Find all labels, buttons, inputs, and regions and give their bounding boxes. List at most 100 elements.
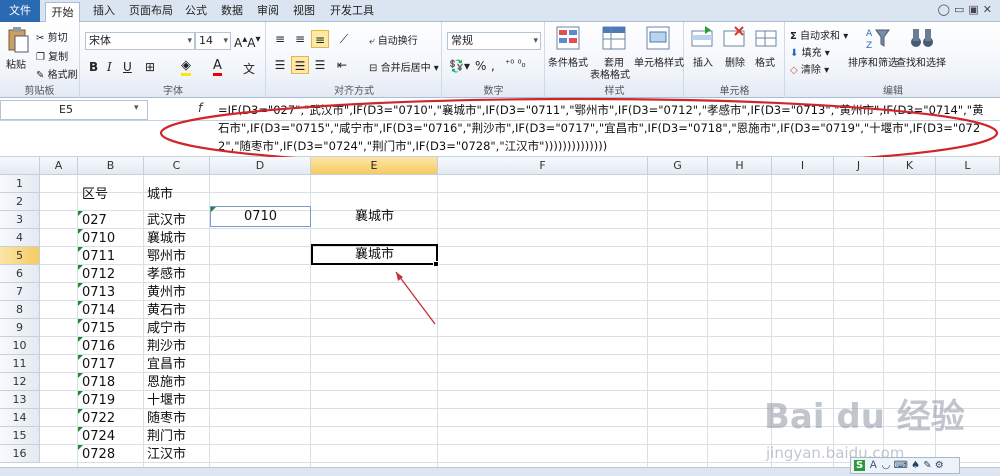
row-header[interactable]: 12	[0, 373, 40, 391]
indent-icon[interactable]: ⇤	[333, 56, 351, 74]
phonetic-icon[interactable]: 文	[243, 60, 255, 77]
cell-area-code[interactable]: 0712	[82, 266, 115, 284]
fill-color-icon[interactable]: ◈	[181, 58, 191, 76]
tab-formulas[interactable]: 公式	[182, 0, 210, 22]
percent-button[interactable]: %	[475, 59, 486, 73]
column-header[interactable]: B	[78, 157, 144, 175]
row-header[interactable]: 1	[0, 175, 40, 193]
autosum-button[interactable]: Σ 自动求和 ▾	[790, 27, 848, 42]
cell-city[interactable]: 鄂州市	[147, 248, 186, 266]
format-cells-icon[interactable]	[755, 26, 777, 48]
copy-button[interactable]: ❐ 复制	[36, 48, 68, 63]
underline-icon[interactable]: U	[123, 60, 132, 74]
column-header[interactable]: I	[772, 157, 834, 175]
clear-button[interactable]: ◇ 清除 ▾	[790, 61, 829, 76]
close-icon[interactable]: ✕	[983, 3, 996, 16]
column-header[interactable]: A	[40, 157, 78, 175]
cell-area-code[interactable]: 0711	[82, 248, 115, 266]
decimal-icon[interactable]: ⁺⁰ ⁰₀	[505, 59, 525, 70]
ime-toolbar[interactable]: S Ａ ◡ ⌨ ♠ ✎ ⚙	[850, 457, 960, 474]
cell-city[interactable]: 十堰市	[147, 392, 186, 410]
cell-c2[interactable]: 城市	[147, 186, 173, 204]
column-header[interactable]: J	[834, 157, 884, 175]
wrap-text-button[interactable]: ⤶ 自动换行	[369, 32, 418, 47]
name-box[interactable]: E5	[0, 100, 148, 120]
tab-file[interactable]: 文件	[0, 0, 40, 22]
font-size-select[interactable]: 14	[195, 32, 231, 50]
row-header[interactable]: 6	[0, 265, 40, 283]
cell-city[interactable]: 江汉市	[147, 446, 186, 464]
help-icon[interactable]: ◯	[938, 3, 954, 16]
align-right-icon[interactable]: ☰	[311, 56, 329, 74]
align-left-icon[interactable]: ☰	[271, 56, 289, 74]
select-all-corner[interactable]	[0, 157, 40, 175]
row-header[interactable]: 8	[0, 301, 40, 319]
cell-city[interactable]: 咸宁市	[147, 320, 186, 338]
delete-button[interactable]: 删除	[725, 54, 745, 69]
grow-font-icon[interactable]: A▴A▾	[234, 34, 261, 50]
cell-area-code[interactable]: 0716	[82, 338, 115, 356]
cell-city[interactable]: 孝感市	[147, 266, 186, 284]
column-header[interactable]: F	[438, 157, 648, 175]
row-header[interactable]: 10	[0, 337, 40, 355]
window-controls[interactable]: ◯▭▣✕	[938, 3, 996, 16]
row-header[interactable]: 16	[0, 445, 40, 463]
insert-button[interactable]: 插入	[693, 54, 713, 69]
cell-e3[interactable]: 襄城市	[311, 206, 438, 227]
column-header[interactable]: L	[936, 157, 1000, 175]
cell-area-code[interactable]: 0719	[82, 392, 115, 410]
row-header[interactable]: 15	[0, 427, 40, 445]
column-header-selected[interactable]: E	[311, 157, 438, 175]
font-color-icon[interactable]: A	[213, 58, 222, 76]
insert-cells-icon[interactable]	[691, 26, 713, 48]
row-header[interactable]: 3	[0, 211, 40, 229]
merge-center-button[interactable]: ⊟ 合并后居中 ▾	[369, 59, 439, 74]
row-header[interactable]: 4	[0, 229, 40, 247]
cell-area-code[interactable]: 0715	[82, 320, 115, 338]
paste-icon[interactable]	[6, 26, 30, 54]
sort-filter-icon[interactable]: AZ	[866, 26, 890, 50]
number-format-select[interactable]: 常规	[447, 32, 541, 50]
table-format-line2[interactable]: 表格格式	[590, 66, 630, 81]
cell-city[interactable]: 襄城市	[147, 230, 186, 248]
font-name-select[interactable]: 宋体	[85, 32, 195, 50]
tab-review[interactable]: 审阅	[254, 0, 282, 22]
conditional-format-button[interactable]: 条件格式	[548, 54, 588, 69]
align-center-icon[interactable]: ☰	[291, 56, 309, 74]
restore-icon[interactable]: ▣	[968, 3, 982, 16]
tab-data[interactable]: 数据	[218, 0, 246, 22]
row-header[interactable]: 9	[0, 319, 40, 337]
cell-city[interactable]: 恩施市	[147, 374, 186, 392]
minimize-icon[interactable]: ▭	[954, 3, 968, 16]
cell-city[interactable]: 黄州市	[147, 284, 186, 302]
cell-b2[interactable]: 区号	[82, 186, 108, 204]
format-painter-button[interactable]: ✎ 格式刷	[36, 66, 78, 81]
column-header[interactable]: K	[884, 157, 936, 175]
cell-styles-button[interactable]: 单元格样式	[634, 54, 684, 69]
cell-city[interactable]: 黄石市	[147, 302, 186, 320]
column-header[interactable]: H	[708, 157, 772, 175]
cell-area-code[interactable]: 0728	[82, 446, 115, 464]
row-header[interactable]: 13	[0, 391, 40, 409]
cell-area-code[interactable]: 0722	[82, 410, 115, 428]
cell-area-code[interactable]: 0714	[82, 302, 115, 320]
cell-area-code[interactable]: 0724	[82, 428, 115, 446]
cell-area-code[interactable]: 0718	[82, 374, 115, 392]
cut-button[interactable]: ✂ 剪切	[36, 29, 68, 44]
align-middle-icon[interactable]: ≡	[291, 30, 309, 48]
paste-button[interactable]: 粘贴	[6, 56, 26, 71]
cell-city[interactable]: 武汉市	[147, 212, 186, 230]
binoculars-icon[interactable]	[910, 26, 934, 50]
cell-city[interactable]: 宜昌市	[147, 356, 186, 374]
row-header[interactable]: 5	[0, 247, 40, 265]
row-header[interactable]: 2	[0, 193, 40, 211]
table-format-icon[interactable]	[602, 26, 626, 50]
bold-icon[interactable]: B	[89, 60, 98, 74]
cell-area-code[interactable]: 027	[82, 212, 107, 230]
row-header[interactable]: 7	[0, 283, 40, 301]
column-header[interactable]: C	[144, 157, 210, 175]
border-icon[interactable]: ⊞	[145, 60, 155, 74]
italic-icon[interactable]: I	[107, 60, 112, 74]
find-select-button[interactable]: 查找和选择	[896, 54, 946, 69]
row-header[interactable]: 11	[0, 355, 40, 373]
